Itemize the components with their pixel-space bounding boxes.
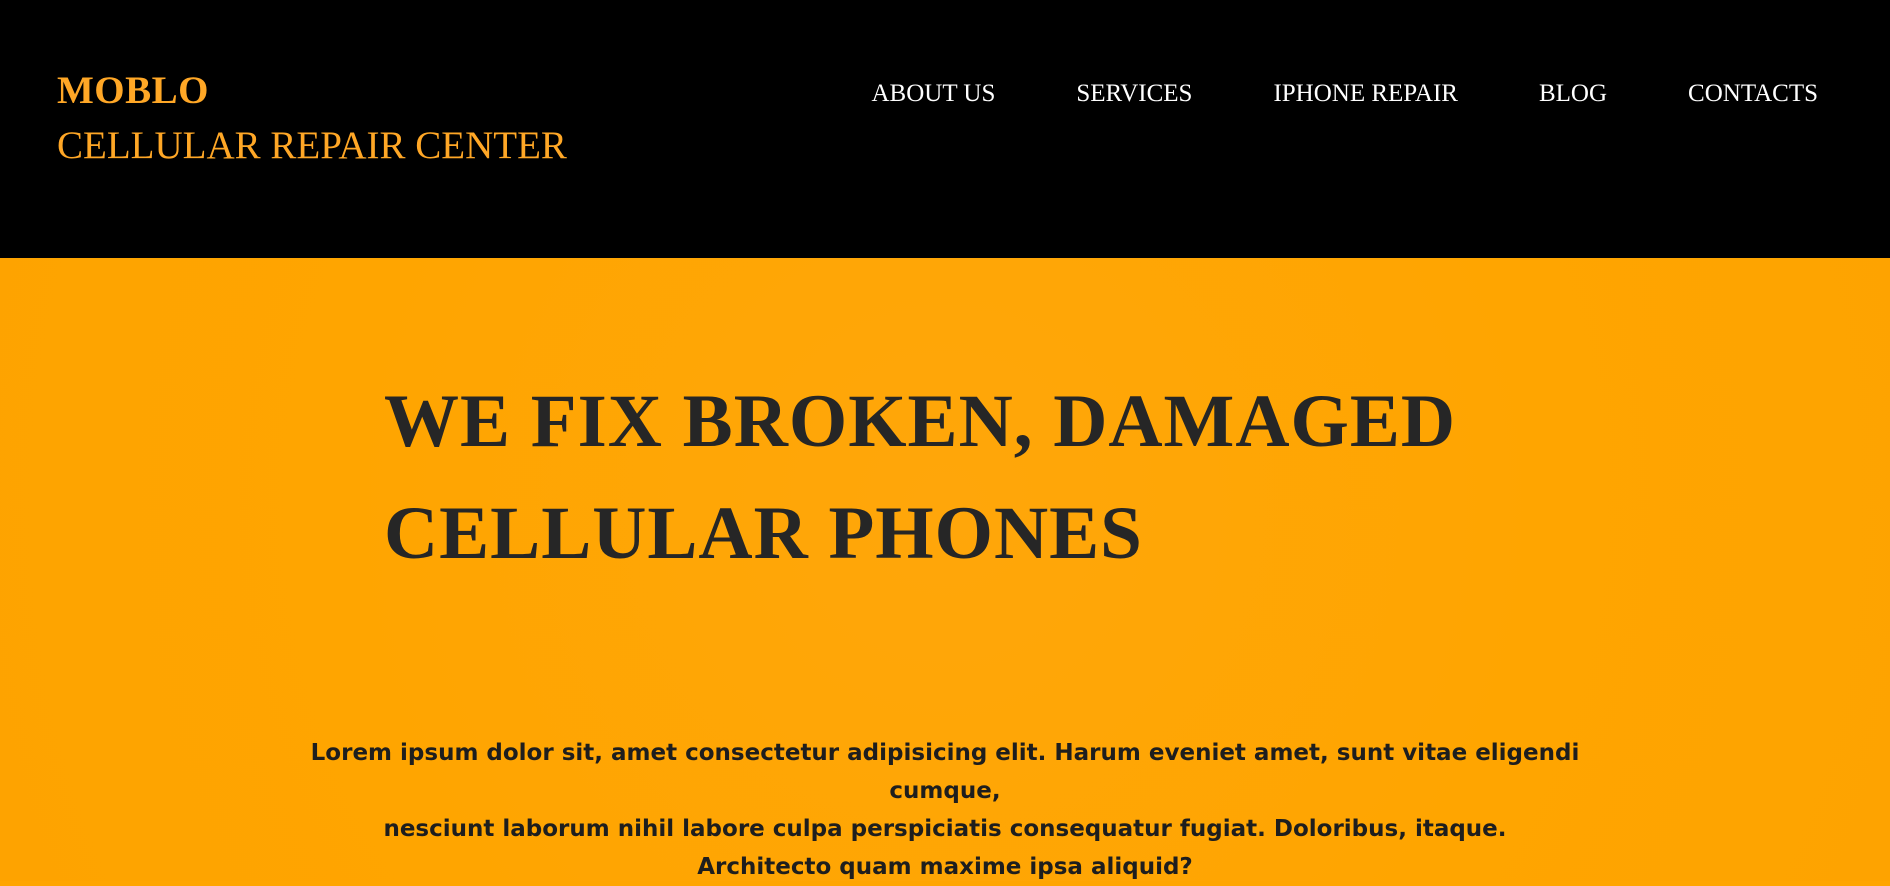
nav-about-us[interactable]: ABOUT US xyxy=(871,74,995,114)
hero-title-line1: WE FIX BROKEN, DAMAGED xyxy=(384,380,1457,463)
nav-iphone-repair[interactable]: IPHONE REPAIR xyxy=(1273,74,1458,114)
nav-services[interactable]: SERVICES xyxy=(1076,74,1192,114)
nav-contacts[interactable]: CONTACTS xyxy=(1688,74,1818,114)
hero-text-line3: Architecto quam maxime ipsa aliquid? xyxy=(697,854,1193,880)
site-header: MOBLO CELLULAR REPAIR CENTER ABOUT US SE… xyxy=(0,0,1890,258)
brand-name[interactable]: MOBLO xyxy=(57,63,567,118)
main-nav: ABOUT US SERVICES IPHONE REPAIR BLOG CON… xyxy=(871,74,1818,114)
hero-title-line2: CELLULAR PHONES xyxy=(384,492,1143,575)
brand[interactable]: MOBLO CELLULAR REPAIR CENTER xyxy=(57,63,567,173)
hero-text-line2: nesciunt laborum nihil labore culpa pers… xyxy=(383,816,1507,842)
nav-blog[interactable]: BLOG xyxy=(1539,74,1607,114)
hero-section: WE FIX BROKEN, DAMAGED CELLULAR PHONES L… xyxy=(0,258,1890,881)
hero-text-line1: Lorem ipsum dolor sit, amet consectetur … xyxy=(310,740,1580,804)
brand-tagline: CELLULAR REPAIR CENTER xyxy=(57,124,567,167)
hero-title: WE FIX BROKEN, DAMAGED CELLULAR PHONES xyxy=(384,366,1684,590)
hero-description: Lorem ipsum dolor sit, amet consectetur … xyxy=(300,734,1590,886)
